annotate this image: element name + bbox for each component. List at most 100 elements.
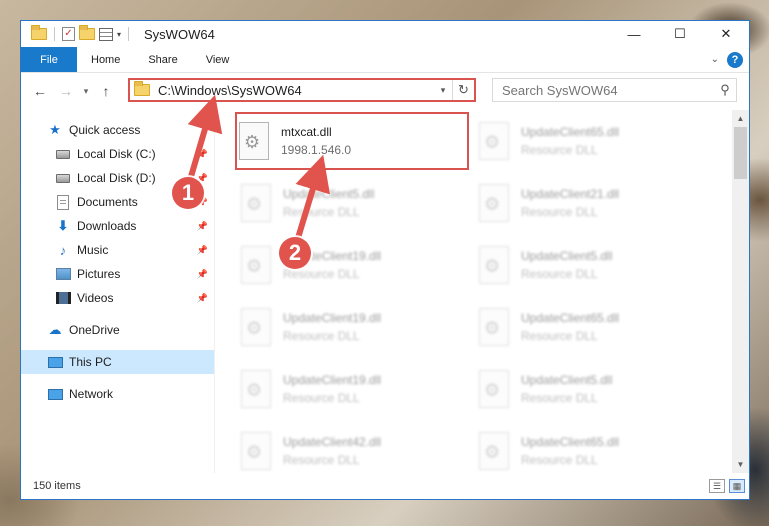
- explorer-window: ✓ ▾ SysWOW64 — ☐ ✕ File Home Share View …: [20, 20, 750, 500]
- sidebar-item-music[interactable]: ♪ Music 📌: [21, 238, 214, 262]
- pin-icon[interactable]: 📌: [197, 269, 208, 280]
- recent-locations-chevron-icon[interactable]: ▾: [79, 86, 93, 97]
- sidebar-item-label: Local Disk (D:): [77, 171, 156, 185]
- file-item[interactable]: UpdateClient5.dll Resource DLL: [479, 240, 717, 290]
- dll-file-icon: [479, 308, 509, 346]
- file-name: UpdateClient19.dll: [283, 311, 382, 325]
- sidebar-item-network[interactable]: Network: [21, 382, 214, 406]
- tab-share[interactable]: Share: [134, 47, 191, 72]
- file-item[interactable]: UpdateClient65.dll Resource DLL: [479, 302, 717, 352]
- search-box[interactable]: ⚲: [492, 78, 737, 102]
- file-item[interactable]: UpdateClient19.dllResource DLL: [241, 240, 479, 290]
- large-icons-view-icon[interactable]: ▦: [729, 479, 745, 493]
- dll-file-icon: [241, 246, 271, 284]
- up-arrow-icon[interactable]: ↑: [93, 83, 119, 99]
- file-description: Resource DLL: [283, 205, 360, 219]
- tab-home[interactable]: Home: [77, 47, 134, 72]
- vertical-scrollbar[interactable]: ▲ ▼: [732, 110, 749, 473]
- file-item[interactable]: UpdateClient5.dll Resource DLL: [479, 364, 717, 414]
- back-arrow-icon[interactable]: ←: [27, 83, 53, 99]
- view-switcher: ☰ ▦: [709, 479, 745, 493]
- dll-file-icon: [479, 432, 509, 470]
- address-path[interactable]: C:\Windows\SysWOW64: [158, 83, 434, 98]
- file-name: UpdateClient65.dll: [521, 125, 620, 139]
- maximize-button[interactable]: ☐: [657, 21, 703, 47]
- folder-icon: [134, 81, 150, 96]
- scroll-up-arrow-icon[interactable]: ▲: [732, 110, 749, 127]
- file-name: UpdateClient65.dll: [521, 311, 620, 325]
- file-item[interactable]: UpdateClient19.dllResource DLL: [241, 302, 479, 352]
- sidebar-item-onedrive[interactable]: ☁ OneDrive: [21, 318, 214, 342]
- pin-icon[interactable]: 📌: [197, 293, 208, 304]
- tab-view[interactable]: View: [192, 47, 244, 72]
- pin-icon[interactable]: 📌: [197, 245, 208, 256]
- dll-file-icon: [479, 370, 509, 408]
- ribbon-help-area: ⌄ ?: [711, 47, 749, 72]
- sidebar-item-this-pc[interactable]: This PC: [21, 350, 214, 374]
- sidebar-item-label: Local Disk (C:): [77, 147, 156, 161]
- navigation-pane: ★ Quick access Local Disk (C:) 📌 Local D…: [21, 110, 215, 473]
- folder-icon: [31, 25, 47, 40]
- file-name: mtxcat.dll: [281, 125, 332, 139]
- sidebar-item-pictures[interactable]: Pictures 📌: [21, 262, 214, 286]
- sidebar-item-quick-access[interactable]: ★ Quick access: [21, 118, 214, 142]
- computer-icon: [47, 354, 63, 370]
- checkmark-properties-icon[interactable]: ✓: [62, 27, 75, 41]
- file-description: Resource DLL: [283, 453, 360, 467]
- videos-icon: [55, 290, 71, 306]
- window-controls: — ☐ ✕: [611, 21, 749, 47]
- drive-icon: [55, 170, 71, 186]
- document-icon: [55, 194, 71, 210]
- ribbon-tabs: File Home Share View ⌄ ?: [21, 47, 749, 73]
- toolbar-separator: [128, 27, 130, 41]
- sidebar-item-downloads[interactable]: ⬇ Downloads 📌: [21, 214, 214, 238]
- sidebar-item-videos[interactable]: Videos 📌: [21, 286, 214, 310]
- file-description: Resource DLL: [521, 143, 598, 157]
- customize-toolbar-chevron-icon[interactable]: ▾: [117, 30, 121, 39]
- file-item-mtxcat-dll[interactable]: mtxcat.dll 1998.1.546.0: [235, 112, 469, 170]
- cloud-icon: ☁: [48, 322, 62, 337]
- file-name: UpdateClient5.dll: [283, 187, 375, 201]
- details-view-icon[interactable]: ☰: [709, 479, 725, 493]
- pictures-icon: [55, 266, 71, 282]
- download-icon: ⬇: [57, 218, 69, 233]
- drive-icon: [55, 146, 71, 162]
- file-description: Resource DLL: [521, 391, 598, 405]
- pin-icon[interactable]: 📌: [197, 149, 208, 160]
- address-bar[interactable]: C:\Windows\SysWOW64 ▾ ↻: [128, 78, 476, 102]
- properties-icon[interactable]: [99, 27, 113, 41]
- file-name: UpdateClient5.dll: [521, 249, 613, 263]
- search-input[interactable]: [502, 82, 714, 98]
- minimize-button[interactable]: —: [611, 21, 657, 47]
- file-item[interactable]: UpdateClient19.dllResource DLL: [241, 364, 479, 414]
- close-button[interactable]: ✕: [703, 21, 749, 47]
- scrollbar-thumb[interactable]: [734, 127, 747, 179]
- new-folder-icon[interactable]: [79, 25, 95, 40]
- scroll-down-arrow-icon[interactable]: ▼: [732, 456, 749, 473]
- sidebar-item-label: Documents: [77, 195, 138, 209]
- toolbar-separator: [54, 27, 55, 41]
- file-description: 1998.1.546.0: [281, 143, 352, 157]
- expand-ribbon-chevron-icon[interactable]: ⌄: [711, 54, 719, 65]
- sidebar-item-label: Music: [77, 243, 109, 257]
- file-name: UpdateClient42.dll: [283, 435, 382, 449]
- file-description: Resource DLL: [521, 267, 598, 281]
- refresh-icon[interactable]: ↻: [452, 80, 474, 100]
- file-item[interactable]: UpdateClient65.dll Resource DLL: [479, 426, 717, 473]
- address-history-chevron-icon[interactable]: ▾: [434, 85, 452, 96]
- file-item[interactable]: UpdateClient42.dll Resource DLL: [241, 426, 479, 473]
- file-item[interactable]: UpdateClient21.dll Resource DLL: [479, 178, 717, 228]
- file-item[interactable]: UpdateClient65.dll Resource DLL: [479, 116, 717, 166]
- item-count: 150 items: [33, 480, 81, 492]
- help-icon[interactable]: ?: [727, 51, 743, 68]
- forward-arrow-icon[interactable]: →: [53, 83, 79, 99]
- dll-file-icon: [241, 370, 271, 408]
- dll-file-icon: [479, 184, 509, 222]
- file-name: UpdateClient21.dll: [521, 187, 620, 201]
- file-item[interactable]: UpdateClient5.dll Resource DLL: [241, 178, 479, 228]
- search-icon[interactable]: ⚲: [714, 82, 736, 98]
- pin-icon[interactable]: 📌: [197, 221, 208, 232]
- sidebar-item-local-disk-c[interactable]: Local Disk (C:) 📌: [21, 142, 214, 166]
- tab-file[interactable]: File: [21, 47, 77, 72]
- step-1-badge: 1: [172, 177, 204, 209]
